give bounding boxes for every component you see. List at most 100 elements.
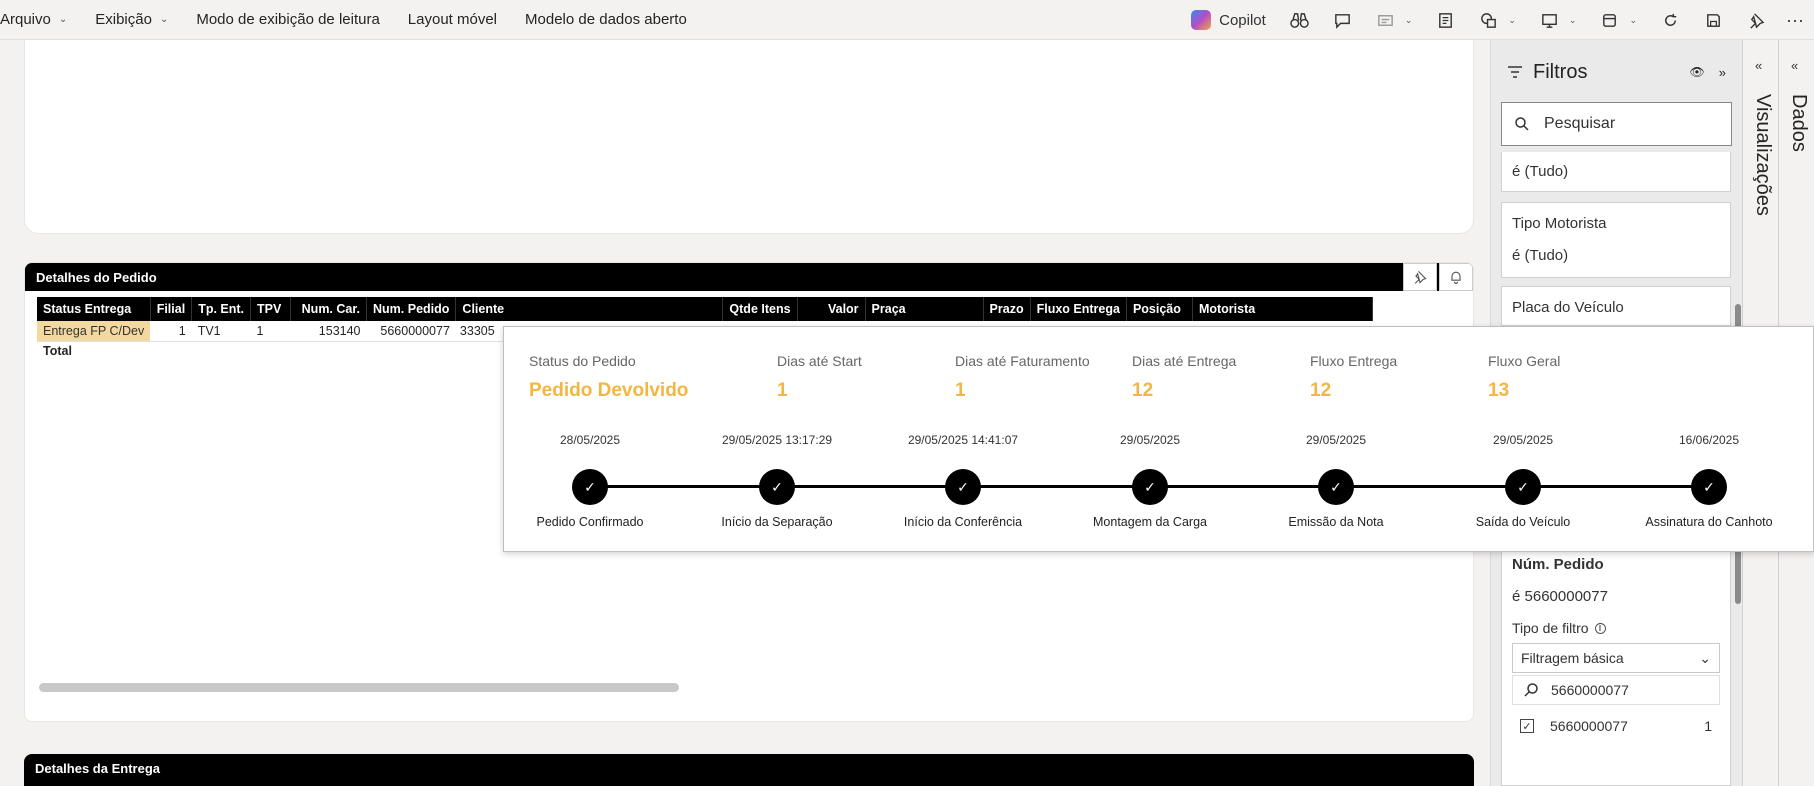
cell-filial[interactable]: 1 bbox=[150, 321, 192, 342]
shapes-icon bbox=[1481, 12, 1497, 28]
save-icon bbox=[1707, 13, 1720, 27]
kpi-dias-entrega: Dias até Entrega 12 bbox=[1132, 353, 1236, 402]
more-button[interactable]: ··· bbox=[1786, 10, 1804, 31]
col-header[interactable]: Fluxo Entrega bbox=[1030, 297, 1127, 321]
col-header[interactable]: Num. Car. bbox=[290, 297, 368, 321]
check-icon: ✓ bbox=[759, 469, 795, 505]
menu-modelo-dados-label: Modelo de dados aberto bbox=[525, 11, 687, 28]
chevron-down-icon: ⌄ bbox=[159, 14, 169, 25]
menu-arquivo-label: Arquivo bbox=[0, 11, 51, 28]
menu-modo-leitura[interactable]: Modo de exibição de leitura bbox=[196, 11, 379, 28]
view-button[interactable]: ⌄ bbox=[1600, 11, 1637, 30]
col-header[interactable]: Cliente bbox=[455, 297, 724, 321]
col-header[interactable]: Filial bbox=[150, 297, 193, 321]
kpi-value: 1 bbox=[955, 380, 966, 401]
ellipsis-icon: ··· bbox=[1786, 9, 1804, 30]
filter-card-value: é (Tudo) bbox=[1512, 162, 1569, 180]
smart-narrative-button[interactable]: ⌄ bbox=[1376, 11, 1412, 30]
kpi-label: Dias até Faturamento bbox=[955, 353, 1090, 369]
filter-card-title: Tipo Motorista bbox=[1512, 214, 1607, 232]
save-button[interactable] bbox=[1704, 11, 1723, 30]
col-header[interactable]: Valor bbox=[797, 297, 866, 321]
menu-bar: Arquivo ⌄ Exibição ⌄ Modo de exibição de l… bbox=[0, 0, 1814, 40]
expand-chevron-icon[interactable]: « bbox=[1791, 58, 1798, 73]
comment-button[interactable] bbox=[1333, 11, 1352, 30]
col-header[interactable]: Praça bbox=[865, 297, 984, 321]
checkbox-checked-icon[interactable]: ✓ bbox=[1520, 719, 1534, 733]
cell-status[interactable]: Entrega FP C/Dev bbox=[37, 321, 151, 342]
visualizations-label: Visualizações bbox=[1752, 94, 1774, 216]
copilot-button[interactable]: Copilot bbox=[1191, 10, 1266, 30]
menu-layout-movel[interactable]: Layout móvel bbox=[408, 11, 497, 28]
notes-button[interactable] bbox=[1436, 11, 1455, 30]
eye-icon[interactable]: 👁 bbox=[1690, 65, 1705, 79]
filter-lines-icon bbox=[1508, 66, 1522, 78]
pedido-visual-header: Detalhes do Pedido bbox=[25, 263, 1473, 291]
pin-visual-button[interactable] bbox=[1403, 263, 1437, 291]
step-date: 29/05/2025 bbox=[1305, 433, 1367, 447]
visual-header-icons bbox=[1401, 263, 1473, 291]
step-name: Início da Separação bbox=[721, 515, 833, 529]
chevron-down-icon: ⌄ bbox=[1699, 649, 1711, 666]
window-icon bbox=[1603, 13, 1617, 27]
filters-title: Filtros bbox=[1533, 60, 1588, 83]
col-header[interactable]: Qtde Itens bbox=[722, 297, 798, 321]
refresh-button[interactable] bbox=[1661, 11, 1680, 30]
filter-card[interactable]: é (Tudo) bbox=[1501, 152, 1731, 192]
cell-cliente-value: 33305 bbox=[459, 323, 495, 338]
cell-num-car[interactable]: 153140 bbox=[290, 321, 367, 342]
col-header[interactable]: TPV bbox=[250, 297, 292, 321]
present-button[interactable]: ⌄ bbox=[1540, 11, 1576, 30]
col-header[interactable]: Status Entrega bbox=[37, 297, 151, 321]
step-name: Início da Conferência bbox=[903, 515, 1023, 529]
filter-values-search[interactable]: 5660000077 bbox=[1512, 675, 1720, 705]
kpi-dias-start: Dias até Start 1 bbox=[777, 353, 862, 402]
filter-option[interactable]: ✓ 5660000077 1 bbox=[1512, 709, 1720, 743]
filter-card-placa[interactable]: Placa do Veículo bbox=[1501, 286, 1731, 326]
filter-card-num-pedido[interactable]: Núm. Pedido é 5660000077 Tipo de filtro … bbox=[1501, 540, 1731, 786]
kpi-label: Dias até Start bbox=[777, 353, 862, 369]
menu-modelo-dados[interactable]: Modelo de dados aberto bbox=[525, 11, 687, 28]
col-header[interactable]: Motorista bbox=[1192, 297, 1373, 321]
filter-card-title: Núm. Pedido bbox=[1512, 555, 1604, 573]
menu-arquivo[interactable]: Arquivo ⌄ bbox=[0, 11, 67, 28]
binoculars-button[interactable] bbox=[1290, 11, 1309, 30]
filter-search-value: 5660000077 bbox=[1551, 682, 1629, 698]
step-name: Assinatura do Canhoto bbox=[1645, 515, 1773, 529]
kpi-label: Fluxo Geral bbox=[1488, 353, 1561, 369]
shapes-button[interactable]: ⌄ bbox=[1479, 11, 1516, 30]
step-date: 29/05/2025 bbox=[1492, 433, 1554, 447]
filters-search-input[interactable]: Pesquisar bbox=[1501, 102, 1732, 146]
col-header[interactable]: Tp. Ent. bbox=[191, 297, 252, 321]
order-tooltip: Status do Pedido Pedido Devolvido Dias a… bbox=[503, 326, 1814, 552]
step-name: Pedido Confirmado bbox=[536, 515, 644, 529]
filter-card-tipo-motorista[interactable]: Tipo Motorista é (Tudo) bbox=[1501, 202, 1731, 278]
step-name: Montagem da Carga bbox=[1093, 515, 1207, 529]
horizontal-scrollbar[interactable] bbox=[39, 683, 679, 692]
search-icon bbox=[1515, 117, 1529, 131]
alert-button[interactable] bbox=[1439, 263, 1473, 291]
kpi-value: 1 bbox=[777, 380, 788, 401]
cell-tpv[interactable]: 1 bbox=[250, 321, 291, 342]
present-icon bbox=[1542, 13, 1557, 28]
copilot-label: Copilot bbox=[1219, 11, 1266, 29]
pin-icon bbox=[1750, 12, 1765, 29]
check-icon: ✓ bbox=[1505, 469, 1541, 505]
cell-num-pedido[interactable]: 5660000077 bbox=[366, 321, 456, 342]
col-header[interactable]: Prazo bbox=[983, 297, 1031, 321]
expand-chevron-icon[interactable]: « bbox=[1755, 58, 1762, 73]
menu-exibicao[interactable]: Exibição ⌄ bbox=[95, 11, 168, 28]
filter-type-dropdown[interactable]: Filtragem básica ⌄ bbox=[1512, 643, 1720, 673]
collapse-filters-icon[interactable]: » bbox=[1719, 65, 1726, 80]
filter-card-value: é (Tudo) bbox=[1512, 246, 1569, 264]
copilot-icon bbox=[1191, 10, 1212, 30]
col-header[interactable]: Num. Pedido bbox=[366, 297, 457, 321]
cell-tp-ent[interactable]: TV1 bbox=[191, 321, 251, 342]
entrega-visual-header[interactable]: Detalhes da Entrega bbox=[24, 754, 1474, 786]
entrega-title: Detalhes da Entrega bbox=[35, 761, 160, 776]
pin-button[interactable] bbox=[1747, 11, 1766, 30]
menu-layout-movel-label: Layout móvel bbox=[407, 11, 498, 28]
total-label: Total bbox=[43, 344, 72, 359]
col-header[interactable]: Posição bbox=[1126, 297, 1193, 321]
check-icon: ✓ bbox=[1691, 469, 1727, 505]
